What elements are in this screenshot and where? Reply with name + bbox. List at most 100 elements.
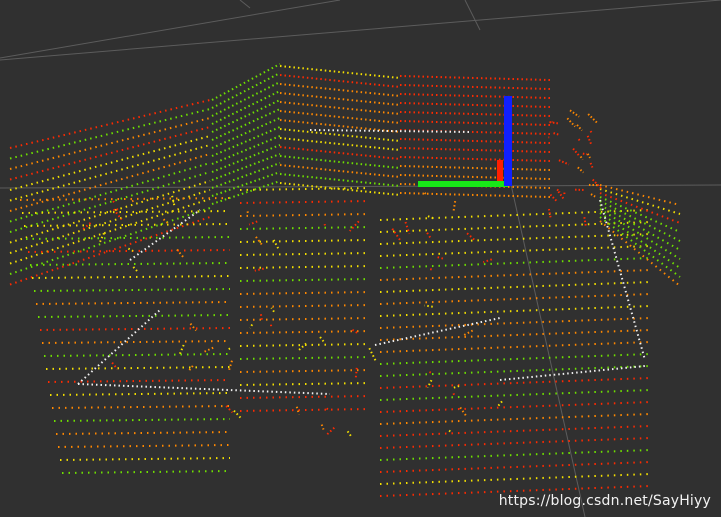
watermark-text: https://blog.csdn.net/SayHiyy (498, 493, 711, 509)
scan-ring (211, 135, 281, 165)
scan-ring (55, 431, 231, 435)
scan-ring (499, 365, 646, 381)
scan-ring (211, 180, 281, 205)
scan-ring (33, 288, 231, 292)
scan-ring (19, 197, 231, 201)
scan-ring (368, 347, 377, 362)
scan-ring (404, 221, 411, 235)
scan-ring (239, 382, 371, 386)
scan-ring (211, 81, 281, 117)
scan-ring (41, 340, 231, 344)
scan-ring (379, 329, 651, 341)
scan-ring (249, 324, 254, 329)
scan-ring (399, 147, 551, 153)
scan-ring (549, 193, 559, 203)
scan-ring (399, 93, 551, 99)
scan-ring (272, 239, 280, 250)
scan-ring (211, 72, 281, 109)
scan-ring (351, 328, 358, 334)
scan-ring (9, 216, 211, 286)
point-cloud-scene[interactable] (0, 0, 721, 517)
scan-ring (452, 200, 457, 213)
grid-line (509, 179, 586, 517)
scan-ring (51, 405, 231, 409)
scan-ring (189, 323, 197, 332)
grid-line (0, 0, 341, 59)
scan-ring (448, 429, 451, 433)
scan-ring (354, 367, 358, 379)
scan-ring (47, 379, 231, 383)
scan-ring (466, 232, 476, 242)
scan-ring (379, 425, 651, 437)
scan-ring (399, 75, 551, 81)
scan-ring (463, 329, 474, 336)
scan-ring (599, 184, 681, 206)
scan-ring (211, 90, 281, 125)
scan-ring (9, 99, 211, 149)
scan-ring (379, 353, 651, 365)
scan-ring (254, 267, 264, 272)
scan-ring (496, 400, 503, 409)
grid-line (239, 0, 251, 9)
scan-ring (211, 99, 281, 133)
scan-ring (9, 162, 211, 223)
scan-ring (590, 193, 596, 198)
scan-ring (211, 126, 281, 157)
scan-ring (211, 108, 281, 141)
scan-ring (239, 395, 371, 399)
scan-ring (77, 383, 331, 395)
scan-ring (424, 304, 433, 308)
scan-ring (9, 180, 211, 244)
scan-ring (399, 102, 551, 108)
scan-ring (583, 217, 587, 227)
scan-ring (227, 347, 231, 351)
scan-ring (426, 232, 433, 240)
scan-ring (239, 330, 371, 334)
scan-ring (53, 418, 231, 422)
scan-ring (399, 138, 551, 144)
scan-ring (61, 470, 231, 474)
scan-ring (239, 252, 371, 256)
scan-ring (9, 153, 211, 212)
scan-ring (59, 457, 231, 461)
scan-ring (295, 406, 300, 415)
scan-ring (558, 159, 570, 166)
scan-ring (211, 63, 281, 101)
scan-ring (582, 152, 588, 156)
scan-ring (427, 215, 435, 220)
scan-ring (131, 199, 135, 203)
scan-ring (27, 249, 231, 253)
scan-ring (599, 220, 681, 287)
scan-ring (379, 305, 651, 317)
scan-ring (399, 156, 551, 162)
scan-ring (112, 200, 117, 205)
scan-ring (29, 262, 231, 266)
scan-ring (379, 257, 651, 269)
grid-line (464, 0, 481, 31)
scan-ring (399, 165, 551, 171)
scan-ring (379, 341, 651, 353)
grid-line (0, 184, 721, 189)
scan-ring (579, 155, 584, 161)
scan-ring (325, 427, 335, 437)
scan-ring (49, 392, 231, 396)
scan-ring (320, 424, 325, 430)
scan-ring (239, 356, 371, 360)
scan-ring (379, 389, 651, 401)
scan-ring (379, 449, 651, 461)
render-viewport[interactable]: https://blog.csdn.net/SayHiyy (0, 0, 721, 517)
scan-ring (39, 327, 231, 331)
scan-ring (399, 84, 551, 90)
scan-ring (379, 293, 651, 305)
scan-ring (129, 209, 201, 261)
scan-ring (239, 265, 371, 269)
scan-ring (577, 166, 585, 174)
scan-ring (599, 196, 681, 233)
scan-ring (259, 314, 264, 322)
scan-ring (589, 130, 593, 134)
scan-ring (566, 117, 576, 128)
lidar-point-cloud (9, 63, 681, 497)
scan-ring (379, 281, 651, 293)
scan-ring (399, 111, 551, 117)
scan-ring (379, 269, 651, 281)
